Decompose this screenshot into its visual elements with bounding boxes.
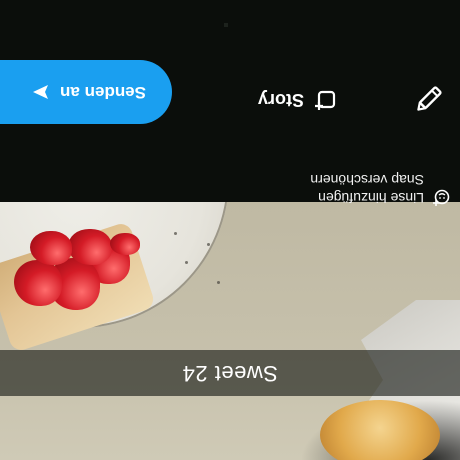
home-indicator	[224, 23, 228, 27]
plate-speck	[185, 261, 188, 264]
strawberry	[14, 260, 62, 306]
add-lens-item[interactable]: Linse hinzufügen	[318, 189, 450, 207]
snap-preview-screen: Sweet 24 Linse hinzufügen Snap verschöne…	[0, 0, 460, 460]
story-button[interactable]: Story	[258, 89, 336, 111]
strawberry	[110, 233, 140, 255]
send-to-label: Senden an	[60, 83, 146, 102]
action-panel: Linse hinzufügen Snap verschönern Story …	[0, 0, 460, 206]
plate-speck	[207, 243, 210, 246]
caption-bar[interactable]: Sweet 24	[0, 350, 460, 396]
snap-photo	[0, 202, 460, 460]
caption-text: Sweet 24	[182, 361, 278, 386]
strawberry	[30, 231, 72, 265]
enhance-snap-label: Snap verschönern	[310, 172, 424, 188]
send-to-button[interactable]: Senden an	[0, 60, 172, 124]
strawberry	[68, 229, 112, 265]
story-plus-icon	[314, 89, 336, 111]
plate-speck	[174, 232, 177, 235]
send-arrow-icon	[32, 83, 50, 101]
pencil-icon[interactable]	[412, 82, 446, 116]
plate-speck	[217, 281, 220, 284]
story-label: Story	[257, 90, 304, 111]
enhance-snap-item[interactable]: Snap verschönern	[310, 172, 450, 188]
add-lens-label: Linse hinzufügen	[318, 190, 424, 206]
smiley-plus-icon	[432, 189, 450, 207]
